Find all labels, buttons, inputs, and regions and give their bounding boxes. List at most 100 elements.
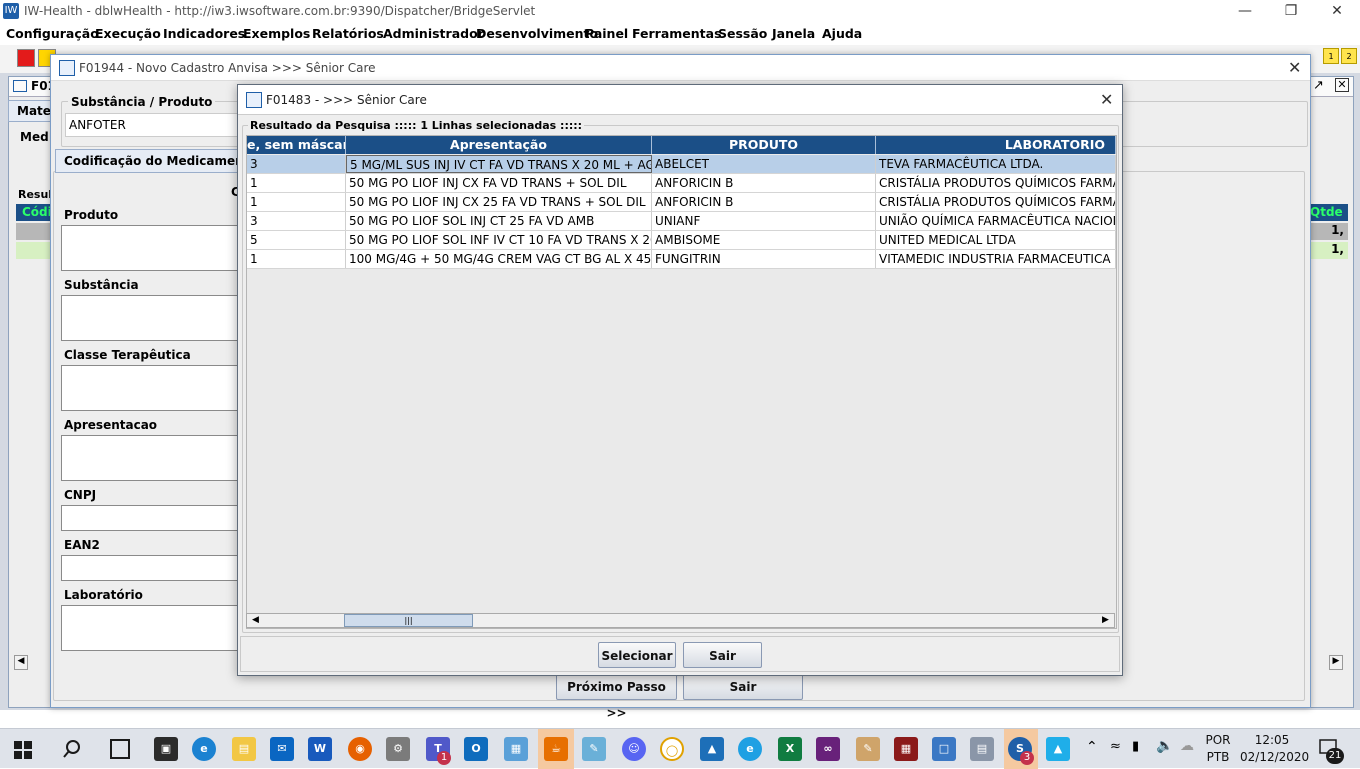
notification-badge-1[interactable]: 1 — [1323, 48, 1339, 64]
cell-apresentacao: 50 MG PO LIOF INJ CX 25 FA VD TRANS + SO… — [346, 193, 652, 211]
winrar-icon[interactable]: ▦ — [894, 737, 918, 761]
wifi-icon[interactable]: ≈ — [1110, 739, 1121, 754]
task-view-icon[interactable] — [110, 739, 130, 759]
produto-field[interactable] — [61, 225, 239, 271]
cloud-app-icon[interactable]: ▲ — [1046, 737, 1070, 761]
app-titlebar: IW IW-Health - dblwHealth - http://iw3.i… — [0, 0, 1360, 23]
cell-laboratorio: CRISTÁLIA PRODUTOS QUÍMICOS FARMAC — [876, 174, 1116, 192]
onedrive-icon[interactable]: ☁ — [1180, 738, 1194, 754]
selecionar-button[interactable]: Selecionar — [598, 642, 676, 668]
cell-produto: ANFORICIN B — [652, 174, 876, 192]
frame-close-icon[interactable]: ✕ — [1335, 78, 1349, 92]
column-header-produto[interactable]: PRODUTO — [652, 136, 876, 154]
sair-button-pesquisa[interactable]: Sair — [683, 642, 762, 668]
app-logo-icon: IW — [3, 3, 19, 19]
table-row-selected[interactable]: 3 5 MG/ML SUS INJ IV CT FA VD TRANS X 20… — [247, 155, 1116, 174]
menu-exemplos[interactable]: Exemplos — [243, 26, 310, 41]
menu-sessao[interactable]: Sessão — [718, 26, 767, 41]
cell-apresentacao: 5 MG/ML SUS INJ IV CT FA VD TRANS X 20 M… — [346, 155, 652, 173]
background-scroll-right-icon[interactable]: ▶ — [1329, 655, 1343, 670]
table-row[interactable]: 1 100 MG/4G + 50 MG/4G CREM VAG CT BG AL… — [247, 250, 1116, 269]
substancia-field-label: Substância — [61, 278, 142, 292]
column-header-apresentacao[interactable]: Apresentação — [346, 136, 652, 154]
word-icon[interactable]: W — [308, 737, 332, 761]
network-tool-icon[interactable]: ⚙ — [386, 737, 410, 761]
menu-administrador[interactable]: Administrador — [383, 26, 484, 41]
chrome-icon[interactable]: ◯ — [660, 737, 684, 761]
java-icon[interactable]: ☕ — [544, 737, 568, 761]
scroll-left-icon[interactable]: ◀ — [249, 614, 262, 627]
cnpj-field[interactable] — [61, 505, 239, 531]
minimize-icon[interactable]: — — [1222, 0, 1268, 23]
clock-date[interactable]: 02/12/2020 — [1240, 750, 1309, 764]
tab-codificacao[interactable]: Codificação do Medicamento — [55, 149, 258, 173]
notification-badge-2[interactable]: 2 — [1341, 48, 1357, 64]
virtualbox-icon[interactable]: □ — [932, 737, 956, 761]
store-icon[interactable]: ▣ — [154, 737, 178, 761]
menu-execucao[interactable]: Execução — [95, 26, 161, 41]
horizontal-scrollbar[interactable]: ◀ ||| ▶ — [246, 613, 1115, 628]
menu-indicadores[interactable]: Indicadores — [163, 26, 245, 41]
cell-code: 5 — [247, 231, 346, 249]
internet-explorer-icon[interactable]: e — [738, 737, 762, 761]
edge-icon[interactable]: e — [192, 737, 216, 761]
substancia-input[interactable]: ANFOTER — [65, 113, 245, 137]
sair-button-cadastro[interactable]: Sair — [683, 673, 803, 700]
discord-icon[interactable]: ☺ — [622, 737, 646, 761]
notes-icon[interactable]: ✎ — [582, 737, 606, 761]
mail-icon[interactable]: ✉ — [270, 737, 294, 761]
proximo-passo-button[interactable]: Próximo Passo >> — [556, 673, 677, 720]
firefox-icon[interactable]: ◉ — [348, 737, 372, 761]
resultado-pesquisa-titlebar: F01483 - >>> Sênior Care ✕ — [238, 85, 1122, 115]
novo-cadastro-title: F01944 - Novo Cadastro Anvisa >>> Sênior… — [79, 61, 376, 75]
substancia-label: Substância / Produto — [68, 95, 216, 109]
table-row[interactable]: 1 50 MG PO LIOF INJ CX FA VD TRANS + SOL… — [247, 174, 1116, 193]
classe-terapeutica-field[interactable] — [61, 365, 239, 411]
tab-mater[interactable]: Mater — [8, 100, 57, 122]
battery-icon[interactable]: ▮ — [1132, 739, 1139, 754]
visual-studio-icon[interactable]: ∞ — [816, 737, 840, 761]
start-icon[interactable] — [14, 741, 32, 759]
column-header-sem-mascara[interactable]: e, sem máscara — [247, 136, 346, 154]
menu-relatorios[interactable]: Relatórios — [312, 26, 384, 41]
close-icon[interactable]: ✕ — [1314, 0, 1360, 23]
remote-desktop-icon[interactable]: ▦ — [504, 737, 528, 761]
chevron-up-icon[interactable]: ⌃ — [1086, 739, 1098, 755]
menu-ajuda[interactable]: Ajuda — [822, 26, 862, 41]
toolbar-red-icon[interactable] — [17, 49, 35, 67]
ean2-field[interactable] — [61, 555, 239, 581]
paint-icon[interactable]: ✎ — [856, 737, 880, 761]
menu-painel[interactable]: Painel — [585, 26, 628, 41]
substancia-field[interactable] — [61, 295, 239, 341]
menu-configuracao[interactable]: Configuração — [6, 26, 99, 41]
menu-ferramentas[interactable]: Ferramentas — [632, 26, 722, 41]
restore-icon[interactable]: ❐ — [1268, 0, 1314, 23]
laboratorio-field[interactable] — [61, 605, 239, 651]
column-header-laboratorio[interactable]: LABORATORIO — [876, 136, 1116, 154]
qtde-header: Qtde E — [1308, 204, 1348, 221]
monitor-icon[interactable]: ▤ — [970, 737, 994, 761]
scroll-thumb[interactable]: ||| — [344, 614, 473, 627]
photos-icon[interactable]: ▲ — [700, 737, 724, 761]
menu-janela[interactable]: Janela — [772, 26, 815, 41]
language-top[interactable]: POR — [1202, 733, 1234, 747]
table-row[interactable]: 1 50 MG PO LIOF INJ CX 25 FA VD TRANS + … — [247, 193, 1116, 212]
cell-laboratorio: TEVA FARMACÊUTICA LTDA. — [876, 155, 1116, 173]
language-bottom[interactable]: PTB — [1202, 750, 1234, 764]
scroll-right-icon[interactable]: ▶ — [1099, 614, 1112, 627]
clock-time[interactable]: 12:05 — [1240, 733, 1304, 747]
table-row[interactable]: 5 50 MG PO LIOF SOL INF IV CT 10 FA VD T… — [247, 231, 1116, 250]
apresentacao-field[interactable] — [61, 435, 239, 481]
table-row[interactable]: 3 50 MG PO LIOF SOL INJ CT 25 FA VD AMB … — [247, 212, 1116, 231]
file-explorer-icon[interactable]: ▤ — [232, 737, 256, 761]
excel-icon[interactable]: X — [778, 737, 802, 761]
menu-desenvolvimento[interactable]: Desenvolvimento — [476, 26, 598, 41]
dialog-app-icon — [59, 60, 75, 76]
outlook-icon[interactable]: O — [464, 737, 488, 761]
resultado-pesquisa-close-icon[interactable]: ✕ — [1100, 92, 1113, 108]
novo-cadastro-close-icon[interactable]: ✕ — [1288, 60, 1301, 76]
volume-icon[interactable]: 🔈 — [1156, 738, 1173, 754]
maximize-icon[interactable]: ↗ — [1313, 78, 1324, 93]
search-icon[interactable] — [62, 739, 82, 759]
background-scroll-left-icon[interactable]: ◀ — [14, 655, 28, 670]
